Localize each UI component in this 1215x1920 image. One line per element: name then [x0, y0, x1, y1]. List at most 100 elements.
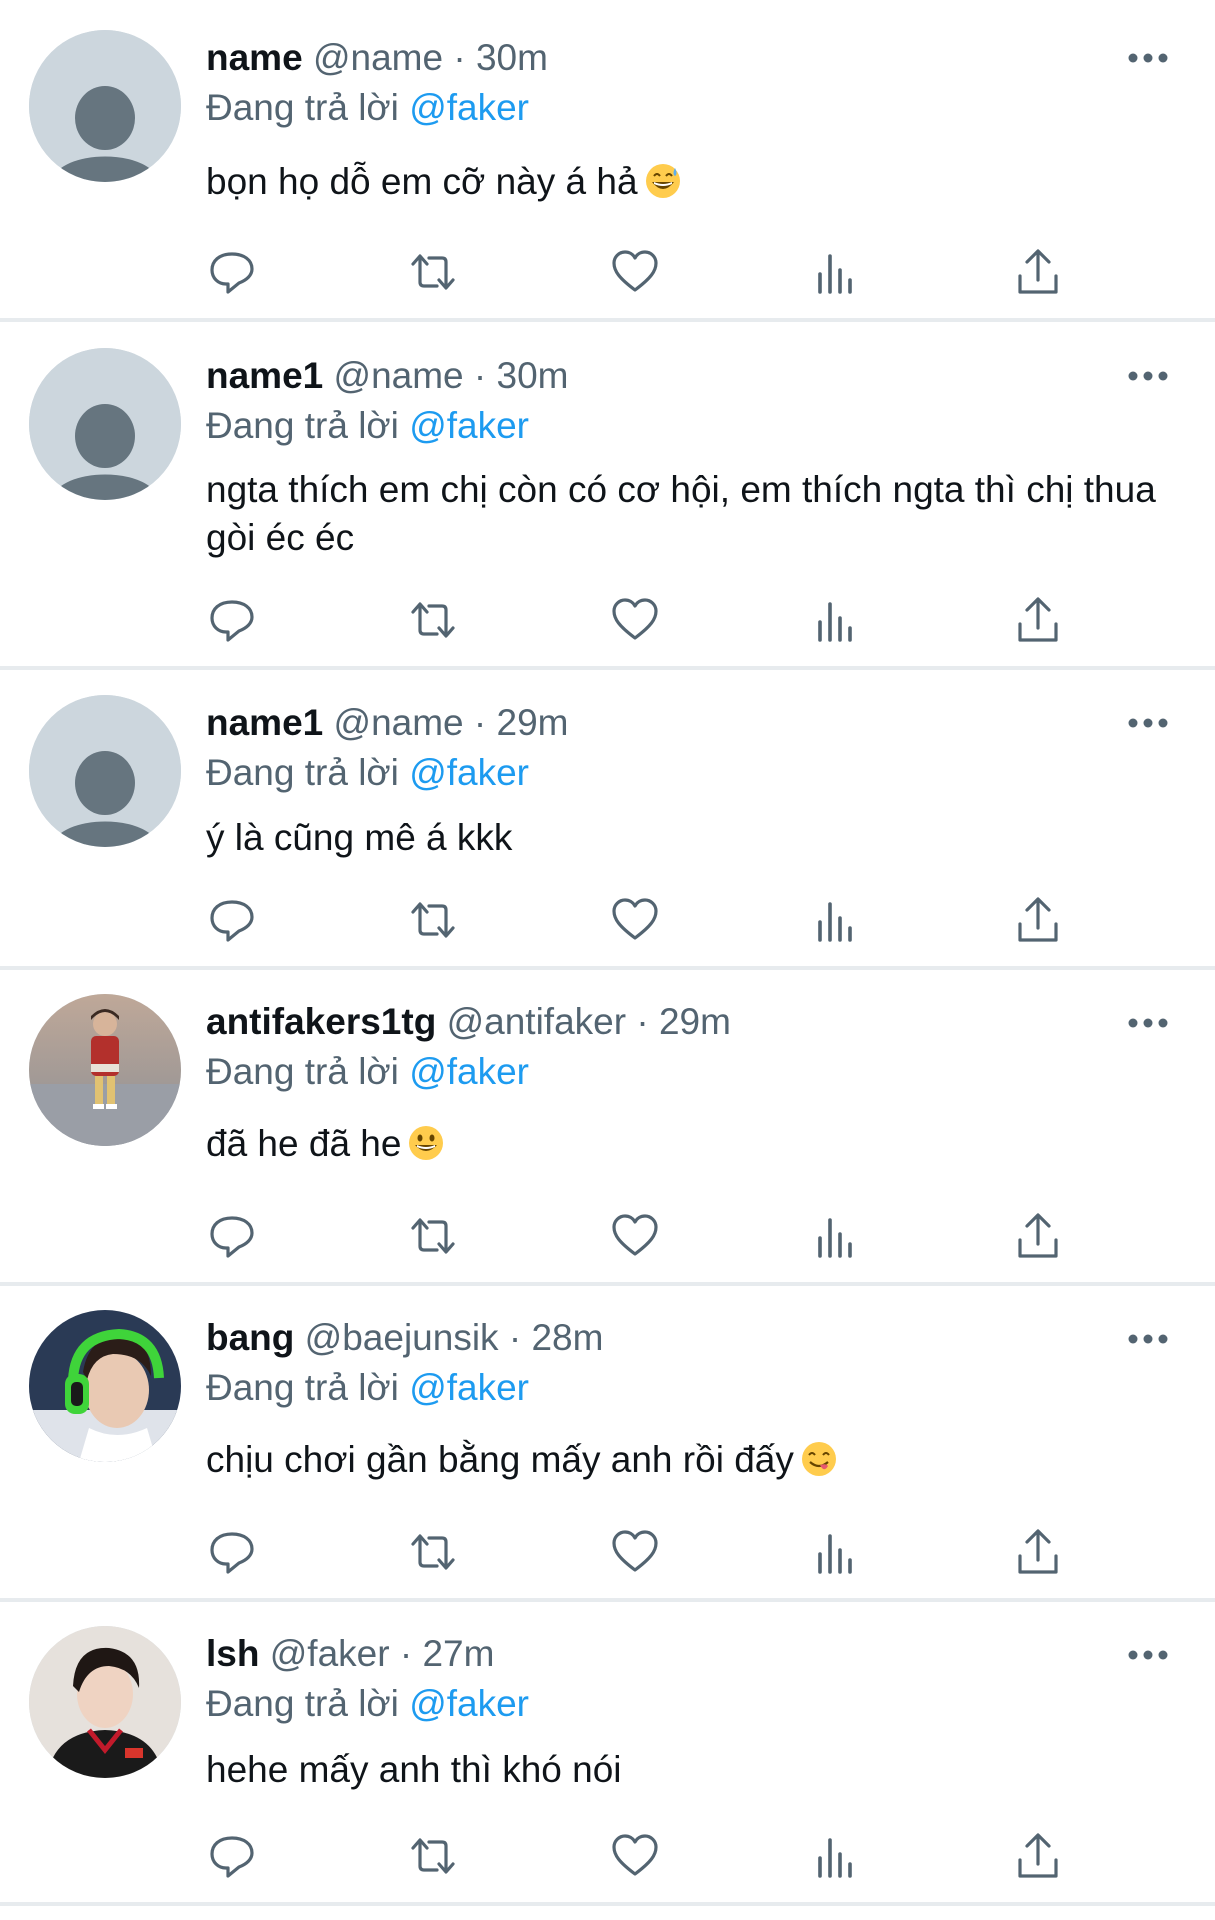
retweet-button[interactable]: [407, 246, 459, 298]
tweet-text-content: đã he đã he: [206, 1123, 402, 1164]
more-dots-icon: [1128, 1018, 1168, 1028]
share-button[interactable]: [1012, 1210, 1064, 1262]
share-button[interactable]: [1012, 246, 1064, 298]
timestamp[interactable]: 29m: [659, 1001, 731, 1042]
views-button[interactable]: [811, 1830, 863, 1882]
views-button[interactable]: [811, 246, 863, 298]
avatar[interactable]: [29, 1310, 181, 1462]
more-options-button[interactable]: [1123, 361, 1173, 391]
share-icon: [1018, 1833, 1058, 1878]
avatar[interactable]: [29, 1626, 181, 1778]
retweet-button[interactable]: [407, 894, 459, 946]
more-options-button[interactable]: [1123, 1324, 1173, 1354]
timestamp[interactable]: 29m: [497, 702, 569, 743]
tweet[interactable]: bang @baejunsik · 28m Đang trả lời @fake…: [0, 1286, 1215, 1602]
tweet[interactable]: name1 @name · 30m Đang trả lời @faker ng…: [0, 322, 1215, 670]
timestamp[interactable]: 30m: [476, 37, 548, 78]
reply-context: Đang trả lời @faker: [206, 86, 529, 130]
retweet-button[interactable]: [407, 594, 459, 646]
avatar[interactable]: [29, 348, 181, 500]
share-icon: [1018, 1213, 1058, 1258]
reply-button[interactable]: [206, 1526, 258, 1578]
display-name[interactable]: name: [206, 37, 303, 78]
yum-emoji-icon: [801, 1442, 836, 1476]
like-icon: [612, 1214, 658, 1256]
share-button[interactable]: [1012, 1526, 1064, 1578]
share-button[interactable]: [1012, 1830, 1064, 1882]
reply-mention-link[interactable]: @faker: [409, 1683, 529, 1724]
share-icon: [1018, 597, 1058, 642]
views-icon: [818, 1218, 852, 1258]
reply-button[interactable]: [206, 894, 258, 946]
like-icon: [612, 1834, 658, 1876]
timestamp[interactable]: 28m: [531, 1317, 603, 1358]
like-button[interactable]: [609, 1210, 661, 1262]
reply-button[interactable]: [206, 594, 258, 646]
tweet-text-content: ngta thích em chị còn có cơ hội, em thíc…: [206, 469, 1156, 558]
views-button[interactable]: [811, 894, 863, 946]
reply-icon: [210, 1532, 254, 1574]
tweet[interactable]: name @name · 30m Đang trả lời @faker bọn…: [0, 0, 1215, 322]
handle[interactable]: @baejunsik: [305, 1317, 499, 1358]
reply-mention-link[interactable]: @faker: [409, 1367, 529, 1408]
handle[interactable]: @name: [334, 702, 464, 743]
like-button[interactable]: [609, 1526, 661, 1578]
timestamp[interactable]: 27m: [422, 1633, 494, 1674]
retweet-icon: [411, 1534, 455, 1570]
handle[interactable]: @faker: [270, 1633, 390, 1674]
views-button[interactable]: [811, 1210, 863, 1262]
more-options-button[interactable]: [1123, 1008, 1173, 1038]
tweet[interactable]: antifakers1tg @antifaker · 29m Đang trả …: [0, 970, 1215, 1286]
like-button[interactable]: [609, 594, 661, 646]
more-dots-icon: [1128, 53, 1168, 63]
tweet-text: chịu chơi gần bằng mấy anh rồi đấy: [206, 1436, 1181, 1484]
display-name[interactable]: lsh: [206, 1633, 259, 1674]
tweet[interactable]: name1 @name · 29m Đang trả lời @faker ý …: [0, 670, 1215, 970]
tweet-header: name1 @name · 29m: [206, 701, 569, 745]
like-button[interactable]: [609, 1830, 661, 1882]
timestamp[interactable]: 30m: [497, 355, 569, 396]
like-button[interactable]: [609, 246, 661, 298]
share-button[interactable]: [1012, 594, 1064, 646]
display-name[interactable]: antifakers1tg: [206, 1001, 436, 1042]
display-name[interactable]: name1: [206, 702, 323, 743]
avatar[interactable]: [29, 994, 181, 1146]
retweet-button[interactable]: [407, 1830, 459, 1882]
reply-prefix: Đang trả lời: [206, 405, 399, 446]
share-button[interactable]: [1012, 894, 1064, 946]
reply-context: Đang trả lời @faker: [206, 1366, 529, 1410]
reply-button[interactable]: [206, 1210, 258, 1262]
reply-mention-link[interactable]: @faker: [409, 1051, 529, 1092]
more-options-button[interactable]: [1123, 43, 1173, 73]
reply-icon: [210, 1216, 254, 1258]
reply-mention-link[interactable]: @faker: [409, 87, 529, 128]
reply-button[interactable]: [206, 1830, 258, 1882]
avatar[interactable]: [29, 30, 181, 182]
display-name[interactable]: bang: [206, 1317, 294, 1358]
like-button[interactable]: [609, 894, 661, 946]
handle[interactable]: @antifaker: [447, 1001, 626, 1042]
retweet-button[interactable]: [407, 1210, 459, 1262]
retweet-icon: [411, 254, 455, 290]
separator-dot: ·: [453, 37, 466, 78]
tweet[interactable]: lsh @faker · 27m Đang trả lời @faker heh…: [0, 1602, 1215, 1920]
child-photo-avatar-icon: [29, 994, 181, 1146]
more-options-button[interactable]: [1123, 708, 1173, 738]
views-button[interactable]: [811, 1526, 863, 1578]
views-icon: [818, 1838, 852, 1878]
views-button[interactable]: [811, 594, 863, 646]
reply-mention-link[interactable]: @faker: [409, 752, 529, 793]
reply-icon: [210, 252, 254, 294]
retweet-button[interactable]: [407, 1526, 459, 1578]
more-options-button[interactable]: [1123, 1640, 1173, 1670]
views-icon: [818, 1534, 852, 1574]
reply-button[interactable]: [206, 246, 258, 298]
default-avatar-icon: [29, 348, 181, 500]
handle[interactable]: @name: [313, 37, 443, 78]
default-avatar-icon: [29, 30, 181, 182]
display-name[interactable]: name1: [206, 355, 323, 396]
handle[interactable]: @name: [334, 355, 464, 396]
reply-mention-link[interactable]: @faker: [409, 405, 529, 446]
avatar[interactable]: [29, 695, 181, 847]
tweet-text-content: ý là cũng mê á kkk: [206, 817, 513, 858]
